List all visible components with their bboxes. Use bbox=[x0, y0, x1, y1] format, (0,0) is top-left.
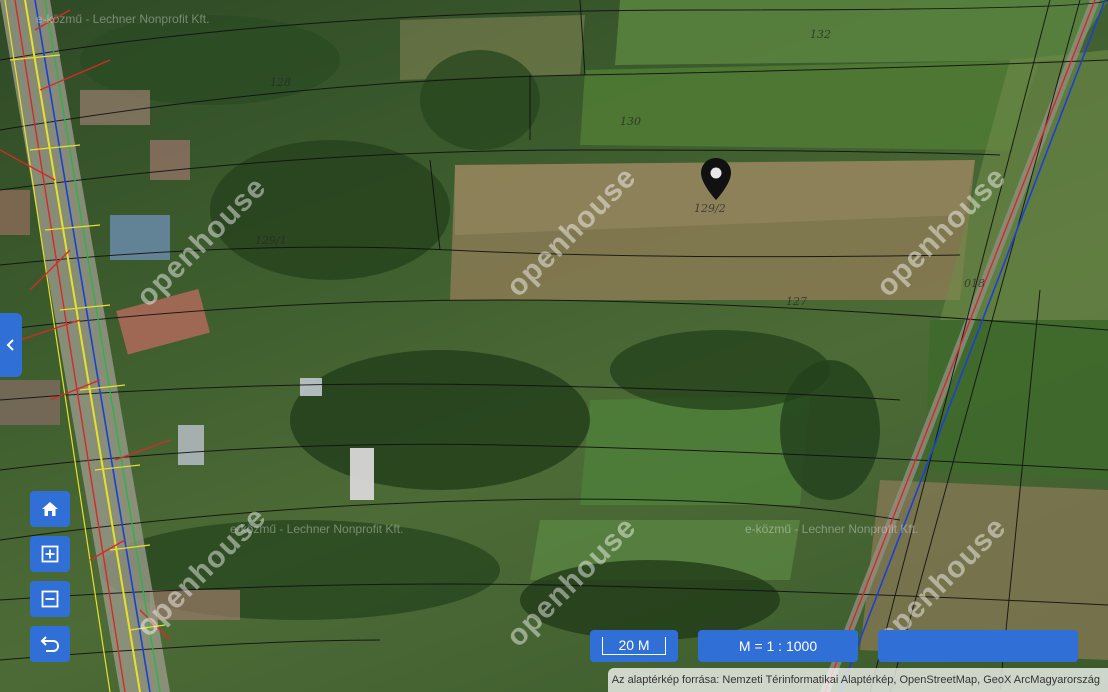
location-pin-icon[interactable] bbox=[700, 158, 732, 200]
parcel-label: 130 bbox=[620, 115, 641, 128]
parcel-label: 127 bbox=[786, 295, 807, 308]
meadow bbox=[580, 395, 810, 505]
parcel-label: 129/2 bbox=[694, 202, 726, 215]
map-attribution: Az alaptérkép forrása: Nemzeti Térinform… bbox=[608, 668, 1108, 692]
scale-bar-box: 20 M bbox=[590, 630, 678, 662]
side-panel-toggle[interactable] bbox=[0, 313, 22, 377]
zoom-out-icon bbox=[41, 590, 59, 608]
parcel-label: 132 bbox=[810, 28, 831, 41]
scale-ratio-box: M = 1 : 1000 bbox=[698, 630, 858, 662]
home-button[interactable] bbox=[30, 491, 70, 527]
zoom-in-icon bbox=[41, 545, 59, 563]
utility-credit-text: e-közmű - Lechner Nonprofit Kft. bbox=[36, 12, 210, 26]
map-canvas[interactable]: 129/2 127 129/1 130 132 128 018 e-közmű … bbox=[0, 0, 1108, 692]
home-icon bbox=[42, 502, 58, 516]
zoom-in-button[interactable] bbox=[30, 536, 70, 572]
zoom-out-button[interactable] bbox=[30, 581, 70, 617]
utility-credit-text: e-közmű - Lechner Nonprofit Kft. bbox=[745, 522, 919, 536]
parcel-label: 018 bbox=[964, 277, 985, 290]
scale-empty-box bbox=[878, 630, 1078, 662]
parcel-label: 128 bbox=[270, 76, 291, 89]
back-button[interactable] bbox=[30, 626, 70, 662]
chevron-left-icon bbox=[6, 339, 14, 351]
undo-icon bbox=[40, 636, 60, 652]
scale-bar: 20 M bbox=[602, 637, 666, 655]
parcel-label: 129/1 bbox=[255, 234, 287, 247]
